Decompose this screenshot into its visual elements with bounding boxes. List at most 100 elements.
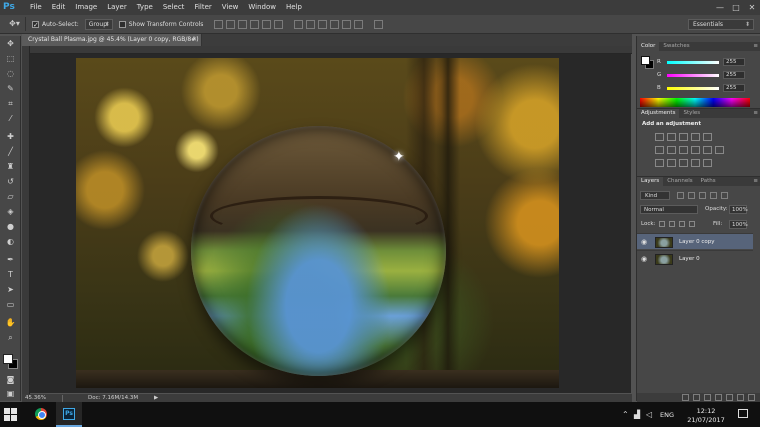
color-spectrum[interactable]	[640, 98, 750, 107]
hand-tool-icon[interactable]: ✋	[0, 315, 21, 330]
auto-select-checkbox[interactable]	[32, 20, 39, 28]
distribute-top-icon[interactable]	[294, 19, 304, 29]
lock-position-icon[interactable]	[679, 221, 685, 227]
menu-window[interactable]: Window	[243, 0, 281, 15]
document-tab[interactable]: Crystal Ball Plasma.jpg @ 45.4% (Layer 0…	[22, 34, 202, 55]
layer-row[interactable]: ◉ Layer 0	[637, 250, 753, 266]
history-brush-tool-icon[interactable]: ↺	[0, 174, 21, 189]
move-tool-icon[interactable]: ✥	[0, 36, 21, 51]
distribute-left-icon[interactable]	[330, 19, 340, 29]
panel-menu-icon[interactable]: ≡	[753, 177, 760, 186]
delete-layer-icon[interactable]	[748, 394, 755, 401]
auto-align-layers-icon[interactable]	[374, 19, 384, 29]
color-lookup-icon[interactable]	[715, 146, 724, 154]
windows-start-icon[interactable]	[4, 408, 18, 422]
posterize-icon[interactable]	[667, 159, 676, 167]
chevron-up-icon[interactable]: ⌃	[622, 410, 629, 419]
notification-icon[interactable]	[738, 409, 748, 418]
screen-mode-icon[interactable]: ▣	[0, 386, 21, 401]
layer-filter-select[interactable]: Kind	[640, 191, 670, 200]
menu-type[interactable]: Type	[132, 0, 158, 15]
filter-smart-object-icon[interactable]	[721, 192, 728, 199]
menu-file[interactable]: File	[25, 0, 47, 15]
blue-track[interactable]	[667, 87, 719, 90]
taskbar-photoshop[interactable]: Ps	[56, 402, 82, 427]
layer-mask-icon[interactable]	[704, 394, 711, 401]
blue-value[interactable]: 255	[723, 84, 745, 92]
foreground-color-swatch[interactable]	[3, 354, 13, 364]
photoshop-logo-icon[interactable]: Ps	[3, 1, 19, 14]
distribute-hcenter-icon[interactable]	[342, 19, 352, 29]
curves-icon[interactable]	[679, 133, 688, 141]
new-layer-icon[interactable]	[737, 394, 744, 401]
auto-select-target-select[interactable]: Group	[84, 18, 113, 30]
lasso-tool-icon[interactable]: ◌	[0, 66, 21, 81]
black-white-icon[interactable]	[679, 146, 688, 154]
align-bottom-icon[interactable]	[238, 19, 248, 29]
dodge-tool-icon[interactable]: ◐	[0, 234, 21, 249]
new-adjustment-layer-icon[interactable]	[715, 394, 722, 401]
invert-icon[interactable]	[655, 159, 664, 167]
menu-edit[interactable]: Edit	[47, 0, 71, 15]
exposure-icon[interactable]	[691, 133, 700, 141]
distribute-vcenter-icon[interactable]	[306, 19, 316, 29]
filter-type-icon[interactable]	[699, 192, 706, 199]
eyedropper-tool-icon[interactable]: ⁄	[0, 111, 21, 126]
minimize-button[interactable]: —	[712, 0, 728, 15]
tab-swatches[interactable]: Swatches	[659, 42, 693, 51]
green-slider[interactable]: G 255	[657, 71, 757, 81]
lock-all-icon[interactable]	[689, 221, 695, 227]
red-track[interactable]	[667, 61, 719, 64]
align-hcenter-icon[interactable]	[262, 19, 272, 29]
eye-icon[interactable]: ◉	[641, 251, 647, 267]
blur-tool-icon[interactable]: ●	[0, 219, 21, 234]
new-group-icon[interactable]	[726, 394, 733, 401]
blend-mode-select[interactable]: Normal	[640, 205, 698, 214]
clock-date[interactable]: 21/07/2017	[686, 416, 726, 424]
lock-transparent-icon[interactable]	[659, 221, 665, 227]
panel-menu-icon[interactable]: ≡	[753, 109, 760, 118]
menu-filter[interactable]: Filter	[189, 0, 216, 15]
tab-adjustments[interactable]: Adjustments	[637, 109, 680, 118]
transform-controls-checkbox[interactable]	[118, 20, 126, 28]
crop-tool-icon[interactable]: ⌗	[0, 96, 21, 111]
filter-shape-icon[interactable]	[710, 192, 717, 199]
tab-paths[interactable]: Paths	[697, 177, 720, 186]
layer-row[interactable]: ◉ Layer 0 copy	[637, 233, 753, 249]
blue-slider[interactable]: B 255	[657, 84, 757, 94]
zoom-tool-icon[interactable]: ⌕	[0, 330, 21, 345]
vibrance-icon[interactable]	[703, 133, 712, 141]
brush-tool-icon[interactable]: ╱	[0, 144, 21, 159]
tab-styles[interactable]: Styles	[679, 109, 704, 118]
lock-image-icon[interactable]	[669, 221, 675, 227]
quick-mask-icon[interactable]: ◙	[0, 372, 21, 387]
type-tool-icon[interactable]: T	[0, 267, 21, 282]
gradient-map-icon[interactable]	[703, 159, 712, 167]
clock-time[interactable]: 12:12	[686, 407, 726, 415]
distribute-bottom-icon[interactable]	[318, 19, 328, 29]
align-left-icon[interactable]	[250, 19, 260, 29]
menu-image[interactable]: Image	[70, 0, 102, 15]
pen-tool-icon[interactable]: ✒	[0, 252, 21, 267]
channel-mixer-icon[interactable]	[703, 146, 712, 154]
align-right-icon[interactable]	[274, 19, 284, 29]
tab-color[interactable]: Color	[637, 42, 660, 51]
selective-color-icon[interactable]	[691, 159, 700, 167]
align-top-icon[interactable]	[214, 19, 224, 29]
workspace-select[interactable]: Essentials	[688, 19, 754, 30]
menu-view[interactable]: View	[217, 0, 244, 15]
horizontal-ruler[interactable]	[30, 46, 632, 54]
distribute-right-icon[interactable]	[354, 19, 364, 29]
filter-adjustment-icon[interactable]	[688, 192, 695, 199]
marquee-tool-icon[interactable]: ⬚	[0, 51, 21, 66]
tab-layers[interactable]: Layers	[637, 177, 664, 186]
move-tool-icon[interactable]: ✥▾	[4, 17, 26, 31]
healing-brush-tool-icon[interactable]: ✚	[0, 129, 21, 144]
crystal-ball-photo[interactable]: ✦	[76, 58, 559, 388]
rectangle-tool-icon[interactable]: ▭	[0, 297, 21, 312]
close-button[interactable]: ✕	[744, 0, 760, 15]
photo-filter-icon[interactable]	[691, 146, 700, 154]
menu-layer[interactable]: Layer	[102, 0, 132, 15]
paint-bucket-tool-icon[interactable]: ◈	[0, 204, 21, 219]
levels-icon[interactable]	[667, 133, 676, 141]
